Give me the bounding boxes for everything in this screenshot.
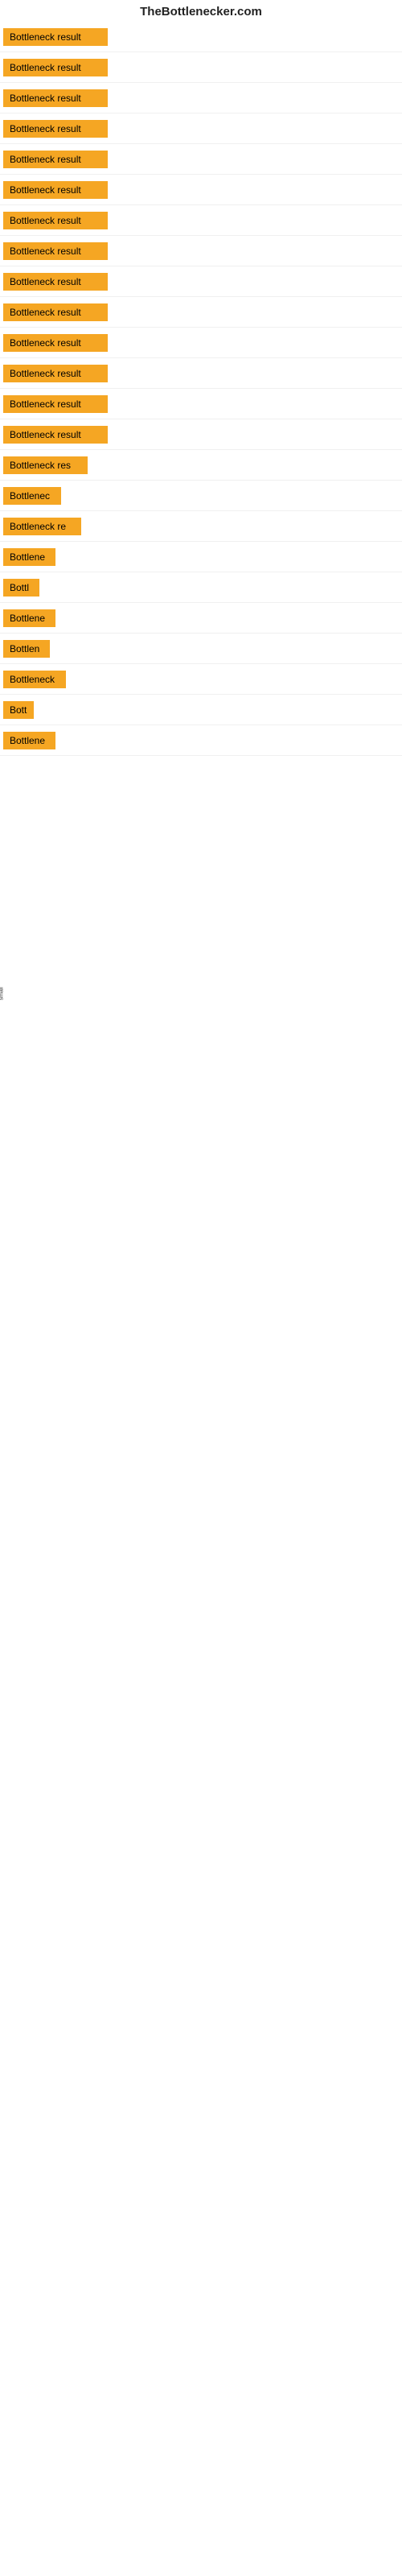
list-item: Bottleneck result (0, 144, 402, 175)
list-item: Bottleneck result (0, 114, 402, 144)
bottleneck-result-bar: Bottleneck result (3, 273, 108, 291)
list-item: Bottleneck result (0, 236, 402, 266)
list-item: Bottleneck result (0, 83, 402, 114)
bottleneck-result-bar: Bottlene (3, 548, 55, 566)
bottleneck-result-bar: Bottleneck result (3, 395, 108, 413)
bottleneck-result-bar: Bott (3, 701, 34, 719)
list-item: Bottlenec (0, 481, 402, 511)
list-item: Bottl (0, 572, 402, 603)
bottleneck-result-bar: Bottleneck result (3, 334, 108, 352)
list-item: Bott (0, 695, 402, 725)
list-item: Bottlene (0, 603, 402, 634)
list-item: Bottleneck (0, 664, 402, 695)
bottleneck-result-bar: Bottl (3, 579, 39, 597)
list-item: Bottleneck result (0, 52, 402, 83)
list-item: Bottleneck result (0, 22, 402, 52)
small-label: small (0, 987, 5, 1000)
bottleneck-result-bar: Bottlene (3, 732, 55, 749)
bottleneck-result-bar: Bottleneck result (3, 426, 108, 444)
list-item: Bottleneck result (0, 297, 402, 328)
bottleneck-result-bar: Bottleneck result (3, 28, 108, 46)
bottleneck-result-bar: Bottlenec (3, 487, 61, 505)
list-item: Bottlen (0, 634, 402, 664)
bottleneck-result-bar: Bottleneck result (3, 151, 108, 168)
bottleneck-result-bar: Bottleneck res (3, 456, 88, 474)
list-item: Bottleneck result (0, 358, 402, 389)
list-item: Bottleneck result (0, 328, 402, 358)
bottleneck-result-bar: Bottleneck result (3, 181, 108, 199)
bottleneck-result-bar: Bottleneck result (3, 212, 108, 229)
site-title: TheBottlenecker.com (0, 0, 402, 22)
list-item: Bottlene (0, 542, 402, 572)
list-item: Bottleneck result (0, 419, 402, 450)
bottleneck-result-bar: Bottleneck result (3, 303, 108, 321)
bottleneck-result-bar: Bottlen (3, 640, 50, 658)
list-item: Bottlene (0, 725, 402, 756)
list-item: Bottleneck result (0, 205, 402, 236)
list-item: Bottleneck result (0, 389, 402, 419)
list-item: Bottleneck res (0, 450, 402, 481)
list-item: Bottleneck re (0, 511, 402, 542)
bottleneck-result-bar: Bottleneck (3, 671, 66, 688)
list-item: Bottleneck result (0, 266, 402, 297)
bottleneck-result-bar: Bottleneck result (3, 120, 108, 138)
rows-container: Bottleneck result Bottleneck result Bottle… (0, 22, 402, 756)
bottleneck-result-bar: Bottleneck result (3, 59, 108, 76)
bottleneck-result-bar: Bottlene (3, 609, 55, 627)
bottleneck-result-bar: Bottleneck result (3, 89, 108, 107)
list-item: Bottleneck result (0, 175, 402, 205)
bottleneck-result-bar: Bottleneck result (3, 242, 108, 260)
bottleneck-result-bar: Bottleneck result (3, 365, 108, 382)
bottleneck-result-bar: Bottleneck re (3, 518, 81, 535)
